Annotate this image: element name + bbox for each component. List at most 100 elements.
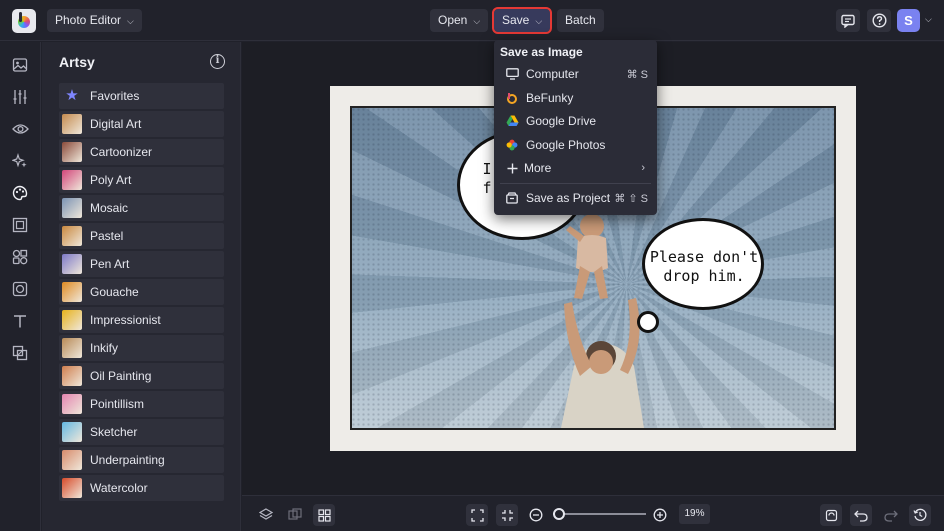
image-icon[interactable] bbox=[11, 56, 29, 74]
project-box-icon bbox=[505, 191, 519, 205]
chevron-down-icon: ⌵ bbox=[535, 16, 543, 26]
effect-thumbnail bbox=[62, 282, 82, 302]
top-bar: Photo Editor ⌵ Open ⌵ Save ⌵ Batch S ⌵ bbox=[0, 0, 944, 41]
expand-icon bbox=[470, 508, 484, 522]
zoom-in-button[interactable] bbox=[649, 504, 671, 526]
feedback-button[interactable] bbox=[836, 9, 860, 32]
open-button[interactable]: Open ⌵ bbox=[430, 9, 489, 32]
effect-thumbnail bbox=[62, 170, 82, 190]
effect-label: Digital Art bbox=[90, 117, 142, 131]
effect-item-pastel[interactable]: Pastel bbox=[59, 223, 224, 249]
effect-thumbnail bbox=[62, 422, 82, 442]
befunky-icon bbox=[505, 91, 519, 105]
shortcut-label: ⌘ S bbox=[626, 68, 648, 81]
effect-item-mosaic[interactable]: Mosaic bbox=[59, 195, 224, 221]
effect-item-inkify[interactable]: Inkify bbox=[59, 335, 224, 361]
chevron-right-icon: › bbox=[641, 162, 645, 174]
help-button[interactable] bbox=[867, 9, 891, 32]
actual-size-button[interactable] bbox=[496, 504, 518, 526]
effect-thumbnail bbox=[62, 310, 82, 330]
frame-icon[interactable] bbox=[11, 216, 29, 234]
save-google-drive-item[interactable]: Google Drive bbox=[494, 110, 657, 132]
effect-item-sketcher[interactable]: Sketcher bbox=[59, 419, 224, 445]
message-icon bbox=[841, 14, 855, 28]
tool-rail bbox=[0, 42, 41, 531]
effect-thumbnail bbox=[62, 198, 82, 218]
effect-thumbnail bbox=[62, 142, 82, 162]
befunky-logo-icon[interactable] bbox=[12, 9, 36, 33]
save-label: Save bbox=[502, 13, 530, 27]
layers-button[interactable] bbox=[255, 504, 277, 526]
speech-bubble-right-text: Please don't drop him. bbox=[649, 248, 759, 285]
effect-label: Pastel bbox=[90, 229, 124, 243]
zoom-out-button[interactable] bbox=[525, 504, 547, 526]
star-icon: ★ bbox=[65, 87, 79, 104]
effect-item-digital-art[interactable]: Digital Art bbox=[59, 111, 224, 137]
save-google-photos-item[interactable]: Google Photos bbox=[494, 134, 657, 156]
zoom-out-icon bbox=[529, 508, 543, 522]
save-as-project-item[interactable]: Save as Project ⌘ ⇧ S bbox=[494, 187, 657, 209]
fit-screen-button[interactable] bbox=[466, 504, 488, 526]
info-icon[interactable]: i bbox=[210, 54, 225, 69]
effect-label: Watercolor bbox=[90, 481, 148, 495]
mode-dropdown[interactable]: Photo Editor ⌵ bbox=[47, 9, 142, 32]
effect-label: Pen Art bbox=[90, 257, 130, 271]
effect-thumbnail bbox=[62, 338, 82, 358]
effect-item-cartoonizer[interactable]: Cartoonizer bbox=[59, 139, 224, 165]
overlays-icon[interactable] bbox=[11, 344, 29, 362]
artsy-palette-icon[interactable] bbox=[11, 184, 29, 202]
effect-label: Mosaic bbox=[90, 201, 129, 215]
undo-button[interactable] bbox=[850, 504, 872, 526]
save-computer-item[interactable]: Computer ⌘ S bbox=[494, 63, 657, 85]
effect-item-oil-painting[interactable]: Oil Painting bbox=[59, 363, 224, 389]
grid-icon bbox=[317, 508, 331, 522]
text-icon[interactable] bbox=[11, 312, 29, 330]
textures-icon[interactable] bbox=[11, 280, 29, 298]
save-menu: Save as Image Computer ⌘ S BeFunky Googl… bbox=[494, 40, 657, 215]
effects-list: ★ Favorites Digital Art Cartoonizer Poly Art… bbox=[59, 83, 224, 503]
undo-icon bbox=[854, 510, 868, 522]
compare-icon bbox=[288, 508, 302, 520]
effect-thumbnail bbox=[62, 366, 82, 386]
batch-button[interactable]: Batch bbox=[557, 9, 604, 32]
google-drive-icon bbox=[505, 114, 519, 128]
effect-label: Inkify bbox=[90, 341, 119, 355]
effect-item-favorites[interactable]: ★ Favorites bbox=[59, 83, 224, 109]
save-befunky-item[interactable]: BeFunky bbox=[494, 87, 657, 109]
chevron-down-icon[interactable]: ⌵ bbox=[925, 14, 932, 25]
effects-sparkle-icon[interactable] bbox=[11, 152, 29, 170]
save-button[interactable]: Save ⌵ bbox=[491, 7, 553, 34]
effect-thumbnail bbox=[62, 478, 82, 498]
effect-item-pointillism[interactable]: Pointillism bbox=[59, 391, 224, 417]
effect-item-pen-art[interactable]: Pen Art bbox=[59, 251, 224, 277]
effect-label: Pointillism bbox=[90, 397, 145, 411]
shortcut-label: ⌘ ⇧ S bbox=[614, 192, 648, 205]
save-more-item[interactable]: More › bbox=[494, 157, 657, 179]
save-menu-header: Save as Image bbox=[500, 45, 583, 59]
eye-icon[interactable] bbox=[11, 120, 29, 138]
menu-divider bbox=[500, 183, 651, 184]
layers-icon bbox=[259, 508, 273, 520]
history-button[interactable] bbox=[909, 504, 931, 526]
rotate-button[interactable] bbox=[820, 504, 842, 526]
zoom-in-icon bbox=[653, 508, 667, 522]
grid-view-button[interactable] bbox=[313, 504, 335, 526]
zoom-percentage[interactable]: 19% bbox=[679, 504, 710, 524]
sliders-icon[interactable] bbox=[11, 88, 29, 106]
effect-label: Favorites bbox=[90, 89, 140, 103]
zoom-slider-handle[interactable] bbox=[553, 508, 565, 520]
effect-item-poly-art[interactable]: Poly Art bbox=[59, 167, 224, 193]
effect-label: Oil Painting bbox=[90, 369, 152, 383]
redo-button[interactable] bbox=[880, 504, 902, 526]
effect-item-watercolor[interactable]: Watercolor bbox=[59, 475, 224, 501]
user-avatar[interactable]: S bbox=[897, 9, 920, 32]
effect-item-underpainting[interactable]: Underpainting bbox=[59, 447, 224, 473]
chevron-down-icon: ⌵ bbox=[127, 16, 134, 26]
zoom-slider-track[interactable] bbox=[553, 513, 646, 515]
effect-thumbnail bbox=[62, 226, 82, 246]
effect-item-gouache[interactable]: Gouache bbox=[59, 279, 224, 305]
refresh-icon bbox=[825, 509, 837, 521]
compare-button[interactable] bbox=[284, 504, 306, 526]
graphics-icon[interactable] bbox=[11, 248, 29, 266]
effect-item-impressionist[interactable]: Impressionist bbox=[59, 307, 224, 333]
